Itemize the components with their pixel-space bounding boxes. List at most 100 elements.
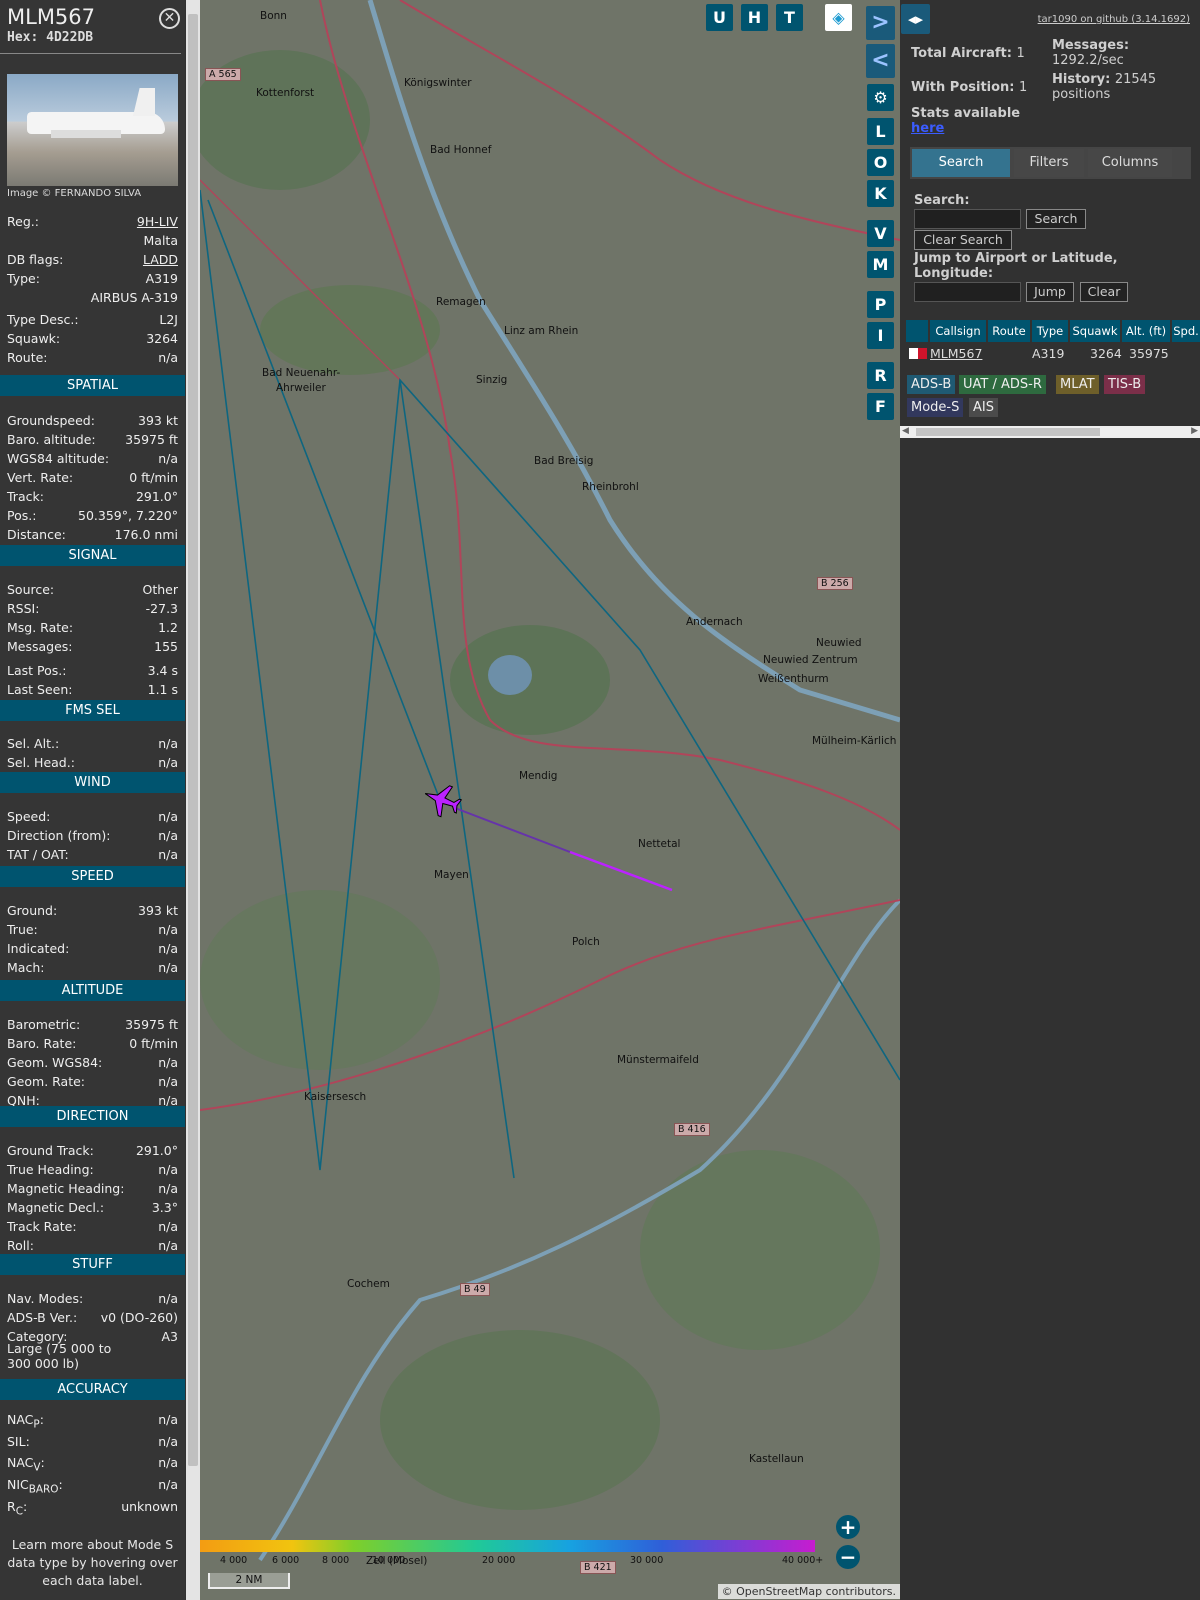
- signal-row: Msg. Rate: 1.2: [7, 620, 178, 638]
- stats-link[interactable]: here: [911, 121, 944, 136]
- tab-search[interactable]: Search: [912, 149, 1010, 177]
- signal-value: Other: [142, 582, 179, 597]
- stuff-label: ADS-B Ver.:: [7, 1310, 78, 1325]
- section-header-speed: SPEED: [0, 866, 185, 887]
- map-button-k[interactable]: K: [867, 180, 894, 207]
- table-row-squawk[interactable]: 3264: [1090, 345, 1122, 363]
- table-header-altitude[interactable]: Alt. (ft): [1122, 320, 1170, 342]
- scroll-right-icon[interactable]: ▶: [1191, 426, 1198, 436]
- map-button-o[interactable]: O: [867, 149, 894, 176]
- direction-row: Track Rate: n/a: [7, 1219, 178, 1237]
- table-row-callsign[interactable]: MLM567: [930, 345, 982, 363]
- layers-icon[interactable]: ◈: [825, 4, 852, 31]
- nacv-sub: V: [33, 1461, 41, 1474]
- settings-gear-icon[interactable]: ⚙: [867, 84, 894, 111]
- chevron-right-icon[interactable]: >: [866, 6, 895, 40]
- table-header-speed[interactable]: Spd.: [1172, 320, 1200, 342]
- altitude-value: n/a: [158, 1074, 178, 1089]
- table-row-type[interactable]: A319: [1032, 345, 1064, 363]
- zoom-in-icon[interactable]: +: [836, 1515, 860, 1539]
- zoom-out-icon[interactable]: −: [836, 1545, 860, 1569]
- map-button-h[interactable]: H: [741, 4, 768, 31]
- close-icon[interactable]: ✕: [159, 8, 180, 29]
- aircraft-callsign: MLM567: [7, 5, 96, 29]
- malta-flag-icon: [909, 348, 927, 359]
- direction-value: n/a: [158, 1162, 178, 1177]
- signal-label: Source:: [7, 582, 55, 597]
- table-row-altitude[interactable]: 35975: [1129, 345, 1169, 363]
- map-button-v[interactable]: V: [867, 220, 894, 247]
- stuff-row: ADS-B Ver.: v0 (DO-260): [7, 1310, 178, 1328]
- map-view[interactable]: Königswinter Bad Honnef Remagen Linz am Rhe…: [200, 0, 900, 1600]
- stuff-label: Nav. Modes:: [7, 1291, 84, 1306]
- hex-value: 4D22DB: [46, 30, 94, 45]
- clear-button[interactable]: Clear: [1080, 282, 1128, 302]
- map-button-t[interactable]: T: [776, 4, 803, 31]
- clear-search-button[interactable]: Clear Search: [914, 230, 1012, 250]
- speed-row: Indicated: n/a: [7, 941, 178, 959]
- autobahn-a3: [399, 0, 900, 241]
- sil-row: SIL: n/a: [7, 1434, 178, 1452]
- altitude-value: 0 ft/min: [129, 1036, 178, 1051]
- fms-label: Sel. Head.:: [7, 755, 75, 770]
- dbflags-link[interactable]: LADD: [143, 252, 178, 267]
- source-modes[interactable]: Mode-S: [907, 398, 964, 417]
- direction-value: 3.3°: [151, 1200, 178, 1215]
- expand-arrows-icon[interactable]: ◂▸: [901, 4, 930, 34]
- scroll-left-icon[interactable]: ◀: [902, 426, 909, 436]
- type-full-value: AIRBUS A-319: [90, 290, 178, 305]
- table-header-route[interactable]: Route: [988, 320, 1030, 342]
- map-button-r[interactable]: R: [867, 362, 894, 389]
- table-h-scrollbar[interactable]: ◀ ▶: [900, 426, 1200, 438]
- source-ais[interactable]: AIS: [969, 398, 998, 417]
- map-attribution[interactable]: © OpenStreetMap contributors.: [717, 1584, 900, 1599]
- map-button-f[interactable]: F: [867, 393, 894, 420]
- aircraft-photo[interactable]: [7, 74, 178, 186]
- nacp-value: n/a: [158, 1412, 178, 1427]
- signal-label: RSSI:: [7, 601, 40, 616]
- search-input[interactable]: [914, 209, 1021, 229]
- chevron-left-icon[interactable]: <: [866, 44, 895, 78]
- sidebar-scrollbar[interactable]: [186, 0, 200, 1600]
- source-uat[interactable]: UAT / ADS-R: [959, 375, 1046, 394]
- road-shield: A 565: [205, 68, 241, 81]
- source-adsb[interactable]: ADS-B: [907, 375, 956, 394]
- jump-input[interactable]: [914, 282, 1021, 302]
- source-mlat[interactable]: MLAT: [1056, 375, 1099, 394]
- map-button-l[interactable]: L: [867, 118, 894, 145]
- altitude-scale-tick: 4 000: [220, 1555, 248, 1566]
- sidebar-scrollbar-thumb[interactable]: [188, 14, 198, 1466]
- reg-link[interactable]: 9H-LIV: [137, 214, 178, 229]
- nacp-label-text: NAC: [7, 1412, 34, 1427]
- map-canvas: [200, 0, 900, 1562]
- fms-value: n/a: [158, 736, 178, 751]
- tab-columns[interactable]: Columns: [1088, 149, 1172, 177]
- spatial-label: Distance:: [7, 527, 66, 542]
- jump-label: Jump to Airport or Latitude, Longitude:: [914, 251, 1118, 281]
- map-button-m[interactable]: M: [867, 251, 894, 278]
- squawk-value: 3264: [146, 331, 178, 346]
- search-button[interactable]: Search: [1026, 209, 1086, 229]
- table-h-scrollbar-thumb[interactable]: [916, 428, 1100, 436]
- rc-value: unknown: [121, 1499, 178, 1514]
- github-link[interactable]: tar1090 on github (3.14.1692): [1038, 14, 1190, 25]
- total-aircraft-label: Total Aircraft:: [911, 46, 1012, 61]
- direction-row: True Heading: n/a: [7, 1162, 178, 1180]
- tab-filters[interactable]: Filters: [1014, 149, 1084, 177]
- map-button-u[interactable]: U: [706, 4, 733, 31]
- table-header-squawk[interactable]: Squawk: [1070, 320, 1120, 342]
- table-header-callsign[interactable]: Callsign: [930, 320, 986, 342]
- nacv-value: n/a: [158, 1455, 178, 1470]
- jump-button[interactable]: Jump: [1026, 282, 1074, 302]
- source-tisb[interactable]: TIS-B: [1104, 375, 1146, 394]
- table-header-flag: [906, 320, 928, 342]
- map-button-i[interactable]: I: [867, 322, 894, 349]
- typedesc-value: L2J: [159, 312, 178, 327]
- signal-value: -27.3: [145, 601, 178, 616]
- nicbaro-sub: BARO: [28, 1483, 59, 1496]
- table-header-type[interactable]: Type: [1032, 320, 1068, 342]
- spatial-row: Vert. Rate: 0 ft/min: [7, 470, 178, 488]
- spatial-row: Baro. altitude: 35975 ft: [7, 432, 178, 450]
- rc-label-text: R: [7, 1499, 16, 1514]
- map-button-p[interactable]: P: [867, 291, 894, 318]
